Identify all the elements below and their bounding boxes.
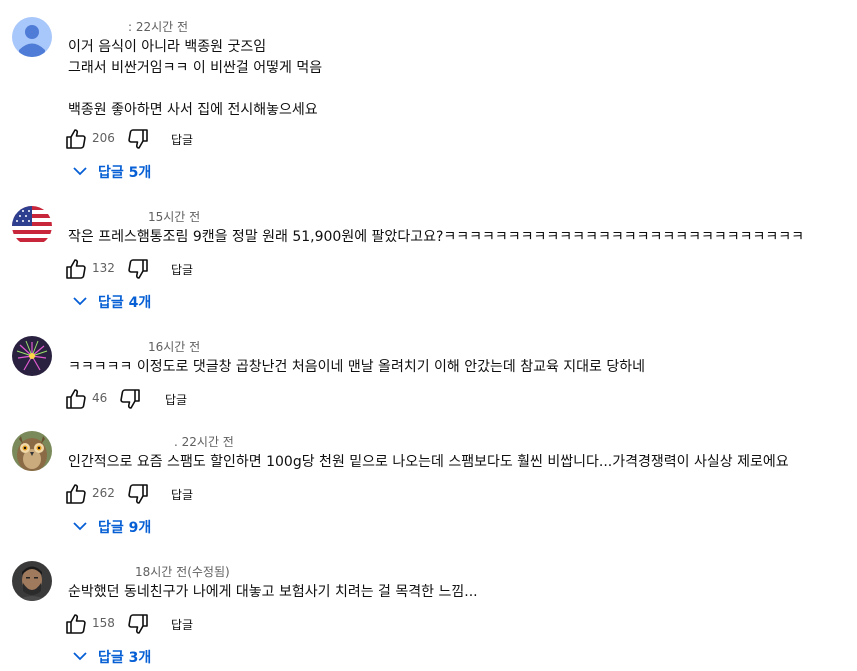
comment-actions: 158 답글 <box>64 612 214 636</box>
comment-timestamp[interactable]: . 22시간 전 <box>174 433 234 450</box>
chevron-down-icon <box>73 297 87 306</box>
default-person-avatar-icon <box>12 17 52 57</box>
replies-toggle[interactable]: 답글 5개 <box>70 161 190 185</box>
avatar[interactable] <box>12 17 52 57</box>
comment-timestamp[interactable]: 16시간 전 <box>148 338 200 355</box>
thumbs-up-icon[interactable] <box>64 257 88 281</box>
comment-text: 작은 프레스햄통조림 9캔을 정말 원래 51,900원에 팔았다고요?ㅋㅋㅋㅋ… <box>68 229 805 245</box>
reply-button[interactable]: 답글 <box>171 131 193 148</box>
reply-button[interactable]: 답글 <box>171 261 193 278</box>
chevron-down-icon <box>73 167 87 176</box>
replies-count: 답글 9개 <box>98 520 152 536</box>
owl-avatar-icon <box>12 431 52 471</box>
chevron-down-icon <box>73 652 87 661</box>
replies-count: 답글 3개 <box>98 650 152 666</box>
like-count: 158 <box>92 616 115 630</box>
like-count: 206 <box>92 131 115 145</box>
reply-button[interactable]: 답글 <box>171 486 193 503</box>
replies-toggle[interactable]: 답글 4개 <box>70 291 190 315</box>
replies-toggle[interactable]: 답글 3개 <box>70 646 190 670</box>
fireworks-avatar-icon <box>12 336 52 376</box>
comment-actions: 262 답글 <box>64 482 214 506</box>
comment-text: ㅋㅋㅋㅋㅋ 이정도로 댓글창 곱창난건 처음이네 맨날 올려치기 이해 안갔는데… <box>68 359 646 375</box>
like-count: 46 <box>92 391 108 405</box>
thumbs-down-icon[interactable] <box>126 127 150 151</box>
comment-thread: 18시간 전(수정됨) 순박했던 동네친구가 나에게 대놓고 보험사기 치려는 … <box>0 561 857 671</box>
comment-timestamp[interactable]: 18시간 전(수정됨) <box>135 563 230 580</box>
comment-actions: 132 답글 <box>64 257 214 281</box>
avatar[interactable] <box>12 206 52 246</box>
comment-actions: 206 답글 <box>64 127 214 151</box>
avatar[interactable] <box>12 431 52 471</box>
thumbs-up-icon[interactable] <box>64 127 88 151</box>
chevron-down-icon <box>73 522 87 531</box>
man-portrait-avatar-icon <box>12 561 52 601</box>
reply-button[interactable]: 답글 <box>165 391 187 408</box>
thumbs-down-icon[interactable] <box>118 387 142 411</box>
comment-thread: . 22시간 전 인간적으로 요즘 스팸도 할인하면 100g당 천원 밑으로 … <box>0 431 857 541</box>
comment-text: 이거 음식이 아니라 백종원 굿즈임 그래서 비싼거임ㅋㅋ 이 비싼걸 어떻게 … <box>68 39 323 118</box>
comment-thread: 15시간 전 작은 프레스햄통조림 9캔을 정말 원래 51,900원에 팔았다… <box>0 206 857 316</box>
avatar[interactable] <box>12 561 52 601</box>
like-count: 262 <box>92 486 115 500</box>
replies-count: 답글 4개 <box>98 295 152 311</box>
replies-toggle[interactable]: 답글 9개 <box>70 516 190 540</box>
us-flag-avatar-icon <box>12 206 52 246</box>
reply-button[interactable]: 답글 <box>171 616 193 633</box>
comment-actions: 46 답글 <box>64 387 214 411</box>
thumbs-up-icon[interactable] <box>64 482 88 506</box>
thumbs-up-icon[interactable] <box>64 387 88 411</box>
replies-count: 답글 5개 <box>98 165 152 181</box>
avatar[interactable] <box>12 336 52 376</box>
comment-timestamp[interactable]: : 22시간 전 <box>128 18 188 35</box>
thumbs-up-icon[interactable] <box>64 612 88 636</box>
comment-thread: 16시간 전 ㅋㅋㅋㅋㅋ 이정도로 댓글창 곱창난건 처음이네 맨날 올려치기 … <box>0 336 857 416</box>
thumbs-down-icon[interactable] <box>126 612 150 636</box>
thumbs-down-icon[interactable] <box>126 482 150 506</box>
comment-thread: : 22시간 전 이거 음식이 아니라 백종원 굿즈임 그래서 비싼거임ㅋㅋ 이… <box>0 16 857 186</box>
comment-text: 순박했던 동네친구가 나에게 대놓고 보험사기 치려는 걸 목격한 느낌... <box>68 584 478 600</box>
like-count: 132 <box>92 261 115 275</box>
thumbs-down-icon[interactable] <box>126 257 150 281</box>
comment-text: 인간적으로 요즘 스팸도 할인하면 100g당 천원 밑으로 나오는데 스팸보다… <box>68 454 789 470</box>
comment-timestamp[interactable]: 15시간 전 <box>148 208 200 225</box>
